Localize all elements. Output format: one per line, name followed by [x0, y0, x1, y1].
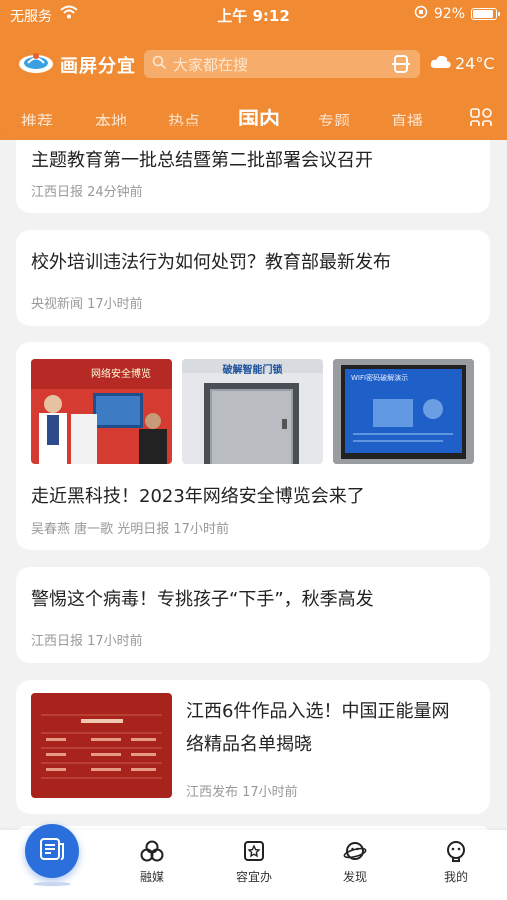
search-icon [152, 55, 167, 74]
nav-discover[interactable]: 发现 [325, 840, 385, 885]
home-button-shadow [33, 882, 71, 886]
nav-label: 融媒 [139, 870, 164, 884]
battery-icon [471, 8, 500, 20]
temperature-label: 24°C [455, 54, 495, 73]
news-thumbnail: WIFI密码破解演示 [333, 359, 474, 464]
search-placeholder: 大家都在搜 [173, 55, 249, 74]
app-brand-name: 画屏分宜 [60, 56, 136, 77]
news-thumbnail: 网络安全博览 [31, 359, 172, 464]
news-card[interactable]: 警惕这个病毒！专挑孩子“下手”，秋季高发 江西日报 17小时前 [16, 567, 490, 663]
news-meta: 江西日报 17小时前 [31, 634, 143, 649]
nav-rongyiban[interactable]: 容宜办 [224, 840, 284, 885]
service-star-icon [243, 841, 265, 866]
nav-rongmei[interactable]: 融媒 [122, 840, 182, 885]
news-thumbnail [31, 693, 172, 798]
header-bottom-edge [0, 126, 507, 140]
scan-icon[interactable] [392, 55, 410, 73]
news-thumbnail: 破解智能门锁 [182, 359, 323, 464]
circles-icon [140, 840, 164, 866]
orientation-lock-icon [414, 5, 428, 23]
battery-percent: 92% [433, 6, 465, 22]
weather-widget[interactable]: 24°C [430, 54, 495, 73]
status-bar: 无服务 上午 9:12 92% [0, 0, 507, 30]
app-header: 画屏分宜 大家都在搜 24°C 推荐 本地 热点 国内 专题 直播 [0, 30, 507, 140]
nav-label: 容宜办 [235, 870, 272, 884]
news-meta: 江西日报 24分钟前 [31, 185, 143, 200]
news-title-line2: 络精品名单揭晓 [186, 734, 312, 755]
cloud-icon [430, 54, 452, 73]
home-news-button[interactable] [25, 824, 79, 878]
nav-mine[interactable]: 我的 [426, 840, 486, 885]
news-title: 走近黑科技！2023年网络安全博览会来了 [31, 486, 365, 507]
thumbnail-caption: 破解智能门锁 [222, 365, 283, 376]
bottom-navigation: 融媒 容宜办 发现 我的 [0, 824, 507, 900]
news-meta: 吴春燕 唐一歌 光明日报 17小时前 [31, 522, 229, 537]
search-bar[interactable]: 大家都在搜 [144, 50, 420, 78]
nav-label: 发现 [342, 870, 367, 884]
news-feed-icon [39, 836, 65, 866]
app-logo [18, 48, 54, 76]
profile-icon [445, 841, 467, 866]
news-title: 主题教育第一批总结暨第二批部署会议召开 [31, 150, 373, 171]
planet-icon [343, 842, 367, 866]
news-meta: 江西发布 17小时前 [186, 785, 298, 800]
thumbnail-caption: 网络安全博览 [91, 369, 151, 380]
news-title-line1: 江西6件作品入选！中国正能量网 [186, 701, 450, 722]
news-card[interactable]: 网络安全博览 破解智能门锁 WIFI密码破解演示 走近黑科技！2023年网络安全… [16, 342, 490, 550]
status-right: 92% [414, 5, 500, 23]
news-meta: 央视新闻 17小时前 [31, 297, 143, 312]
thumbnail-caption: WIFI密码破解演示 [351, 374, 409, 382]
news-card[interactable]: 江西6件作品入选！中国正能量网 络精品名单揭晓 江西发布 17小时前 [16, 680, 490, 814]
news-title: 警惕这个病毒！专挑孩子“下手”，秋季高发 [31, 589, 374, 610]
news-card[interactable]: 校外培训违法行为如何处罚？教育部最新发布 央视新闻 17小时前 [16, 230, 490, 326]
news-title: 校外培训违法行为如何处罚？教育部最新发布 [31, 252, 391, 273]
nav-label: 我的 [443, 870, 468, 884]
